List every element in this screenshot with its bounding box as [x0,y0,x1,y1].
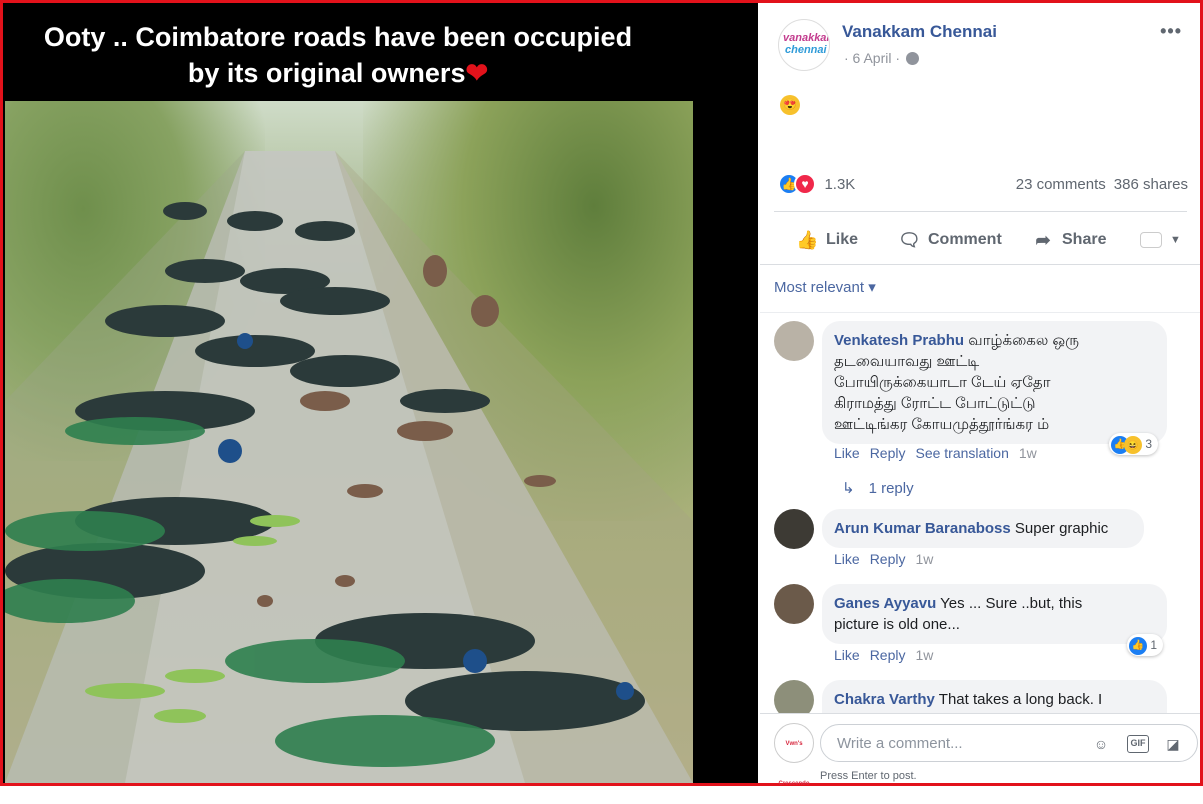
comment-text: ஊட்டிங்கர கோயமுத்தூர்ங்கர ம் [834,416,1050,433]
divider [760,264,1200,265]
commenter-name[interactable]: Chakra Varthy [834,691,935,708]
post-stats: 23 comments 386 shares [1016,176,1188,193]
comment-time[interactable]: 1w [915,647,933,663]
more-options-icon[interactable]: ••• [1160,21,1182,42]
post-panel: vanakkam chennai Vanakkam Chennai · 6 Ap… [760,3,1200,787]
page-name-link[interactable]: Vanakkam Chennai [842,22,997,42]
like-reaction-icon: 👍 [1129,636,1147,655]
page-logo-line-1: vanakkam [783,32,829,44]
comment-meta: Like Reply 1w [834,647,943,663]
comment-bubble: Ganes Ayyavu Yes ... Sure ..but, this pi… [822,584,1167,644]
comment-text: picture is old one... [834,616,960,633]
share-arrow-icon: ➦ [1035,230,1051,250]
divider [774,211,1187,212]
commenter-avatar[interactable] [774,584,814,624]
thumbs-up-icon: 👍 [796,230,819,250]
commenter-name[interactable]: Arun Kumar Baranaboss [834,520,1011,537]
comment-bubble: Venkatesh Prabhu வாழ்க்கைல ஒரு தடவையாவது… [822,321,1167,444]
commenter-name[interactable]: Ganes Ayyavu [834,595,936,612]
comments-count-link[interactable]: 23 comments [1016,176,1106,193]
comment-item: Arun Kumar Baranaboss Super graphic [774,509,1174,553]
reaction-count: 1.3K [824,175,856,193]
post-photo[interactable]: Ooty .. Coimbatore roads have been occup… [3,3,758,783]
comment-text: வாழ்க்கைல ஒரு [964,332,1079,349]
haha-reaction-icon: 😆 [1124,435,1142,454]
comment-placeholder: Write a comment... [837,735,963,752]
reaction-summary[interactable]: 👍 ♥ 1.3K [778,173,855,197]
viewer-avatar: Vwn's Crescendo [774,723,814,787]
comment-sort-dropdown[interactable]: Most relevant ▾ [774,278,876,296]
comment-item: Ganes Ayyavu Yes ... Sure ..but, this pi… [774,584,1174,656]
comment-reactions[interactable]: 👍😆 3 [1109,433,1159,455]
commenter-name[interactable]: Venkatesh Prabhu [834,332,964,349]
comment-reactions[interactable]: 👍 1 [1127,634,1164,656]
peacock-road-scene [5,101,693,783]
view-replies-link[interactable]: ↳ 1 reply [842,479,914,497]
comment-meta: Like Reply See translation 1w [834,445,1047,461]
comment-like-link[interactable]: Like [834,551,860,567]
comment-meta: Like Reply 1w [834,551,943,567]
comment-bubble-icon: 🗨 [898,230,921,250]
comment-reply-link[interactable]: Reply [870,445,906,461]
comment-input[interactable]: Write a comment... ☺ GIF ◪ [820,724,1198,762]
comment-like-link[interactable]: Like [834,647,860,663]
globe-icon [906,52,920,65]
sticker-icon[interactable]: ◪ [1163,734,1183,754]
post-date[interactable]: · 6 April · [844,50,920,66]
comment-text: Yes ... Sure ..but, this [936,595,1083,612]
comment-time[interactable]: 1w [915,551,933,567]
comment-text: கிராமத்து ரோட்ட போட்டுட்டு [834,395,1036,412]
comment-composer: Vwn's Crescendo Write a comment... ☺ GIF… [760,713,1200,787]
comment-text: Super graphic [1010,520,1109,537]
share-button[interactable]: ➦ Share [1032,230,1106,250]
post-actions: 👍 Like 🗨 Comment ➦ Share ▼ [774,219,1187,261]
comment-text: போயிருக்கையாடா டேய் ஏதோ [834,374,1051,391]
page-avatar[interactable]: vanakkam chennai [778,19,830,71]
heart-eyes-emoji-icon: 😍 [780,95,800,115]
comment-bubble: Chakra Varthy That takes a long back. I [822,680,1167,713]
heart-emoji-icon: ❤ [465,58,489,88]
divider [760,312,1200,313]
comment-reply-link[interactable]: Reply [870,551,906,567]
comment-time[interactable]: 1w [1019,445,1037,461]
caption-line-2: by its original owners❤ [187,58,489,88]
comment-like-link[interactable]: Like [834,445,860,461]
post-as-selector[interactable]: ▼ [1140,232,1181,248]
shares-count-link[interactable]: 386 shares [1114,176,1188,193]
see-translation-link[interactable]: See translation [915,445,1008,461]
caption-line-1: Ooty .. Coimbatore roads have been occup… [43,22,633,52]
gif-icon[interactable]: GIF [1127,735,1149,753]
comment-bubble: Arun Kumar Baranaboss Super graphic [822,509,1144,548]
comment-text: தடவையாவது ஊட்டி [834,353,980,370]
road-illustration [5,151,693,783]
reply-arrow-icon: ↳ [842,480,855,497]
comment-item: Chakra Varthy That takes a long back. I [774,680,1174,713]
commenter-avatar[interactable] [774,509,814,549]
viewer-avatar [1140,232,1162,248]
love-reaction-icon: ♥ [794,173,816,195]
photo-caption: Ooty .. Coimbatore roads have been occup… [3,19,673,91]
composer-hint: Press Enter to post. [820,770,917,782]
emoji-icon[interactable]: ☺ [1091,734,1111,754]
comment-button[interactable]: 🗨 Comment [898,230,1002,250]
caret-down-icon: ▾ [868,279,876,296]
comment-text: That takes a long back. I [934,691,1103,708]
commenter-avatar[interactable] [774,321,814,361]
commenter-avatar[interactable] [774,680,814,713]
comment-reply-link[interactable]: Reply [870,647,906,663]
chevron-down-icon: ▼ [1170,234,1181,246]
page-logo-line-2: chennai [785,44,827,56]
like-button[interactable]: 👍 Like [796,230,858,250]
